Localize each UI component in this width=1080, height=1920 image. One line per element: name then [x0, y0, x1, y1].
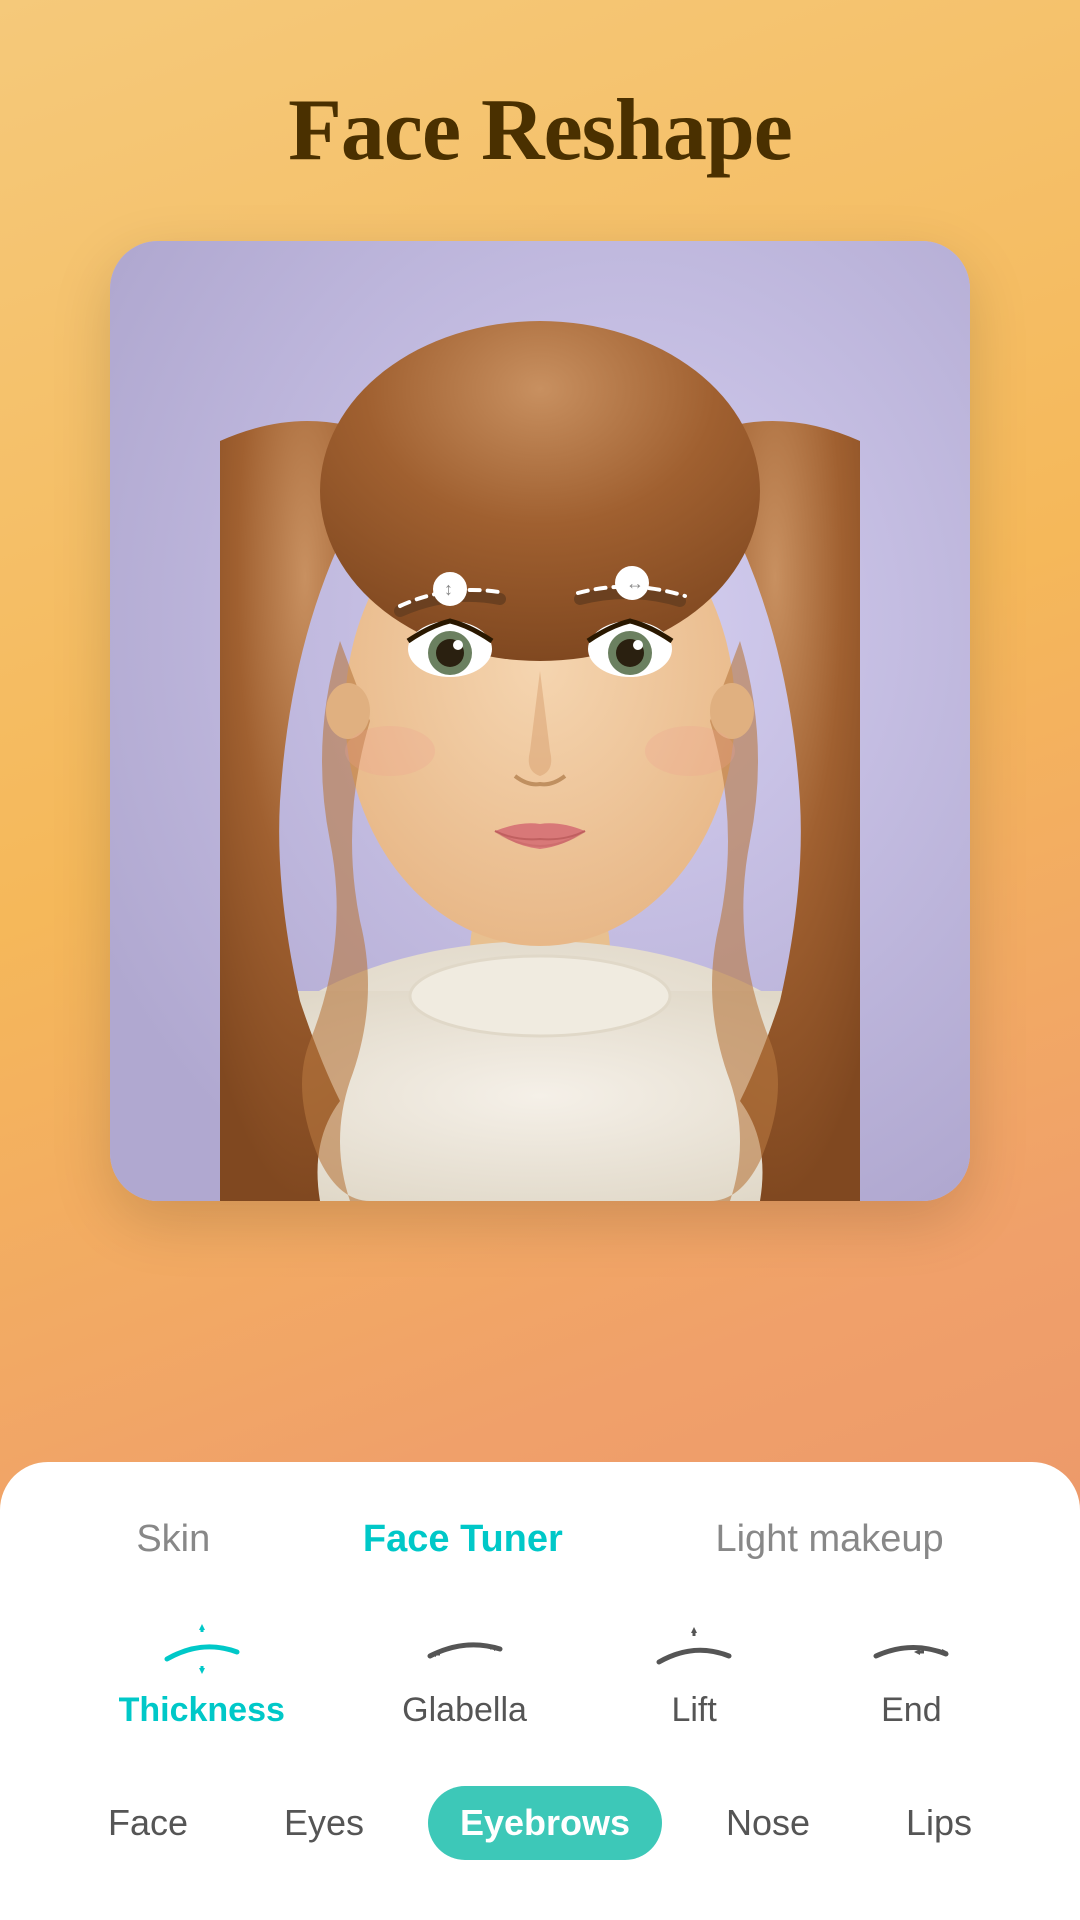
bottom-panel: Skin Face Tuner Light makeup Thickness	[0, 1462, 1080, 1920]
photo-card: ↕ ↔	[110, 241, 970, 1201]
page-title: Face Reshape	[288, 80, 792, 181]
svg-text:↕: ↕	[444, 579, 453, 599]
person-photo: ↕ ↔	[110, 241, 970, 1201]
svg-text:↔: ↔	[626, 573, 644, 593]
glabella-label: Glabella	[402, 1691, 527, 1730]
category-lips[interactable]: Lips	[874, 1786, 1004, 1860]
category-row: Face Eyes Eyebrows Nose Lips	[60, 1786, 1020, 1860]
category-eyes[interactable]: Eyes	[252, 1786, 396, 1860]
tool-thickness[interactable]: Thickness	[119, 1621, 285, 1730]
category-nose[interactable]: Nose	[694, 1786, 842, 1860]
thickness-icon	[152, 1621, 252, 1677]
tool-glabella[interactable]: Glabella	[402, 1621, 527, 1730]
end-icon	[861, 1621, 961, 1677]
thickness-label: Thickness	[119, 1691, 285, 1730]
tool-end[interactable]: End	[861, 1621, 961, 1730]
lift-label: Lift	[671, 1691, 716, 1730]
category-face[interactable]: Face	[76, 1786, 220, 1860]
tab-skin[interactable]: Skin	[116, 1510, 230, 1569]
tool-lift[interactable]: Lift	[644, 1621, 744, 1730]
end-label: End	[881, 1691, 942, 1730]
tools-row: Thickness Glabella	[60, 1621, 1020, 1730]
tab-face-tuner[interactable]: Face Tuner	[343, 1510, 583, 1569]
category-eyebrows[interactable]: Eyebrows	[428, 1786, 662, 1860]
lift-icon	[644, 1621, 744, 1677]
glabella-icon	[415, 1621, 515, 1677]
tab-light-makeup[interactable]: Light makeup	[695, 1510, 963, 1569]
tabs-row: Skin Face Tuner Light makeup	[60, 1510, 1020, 1569]
